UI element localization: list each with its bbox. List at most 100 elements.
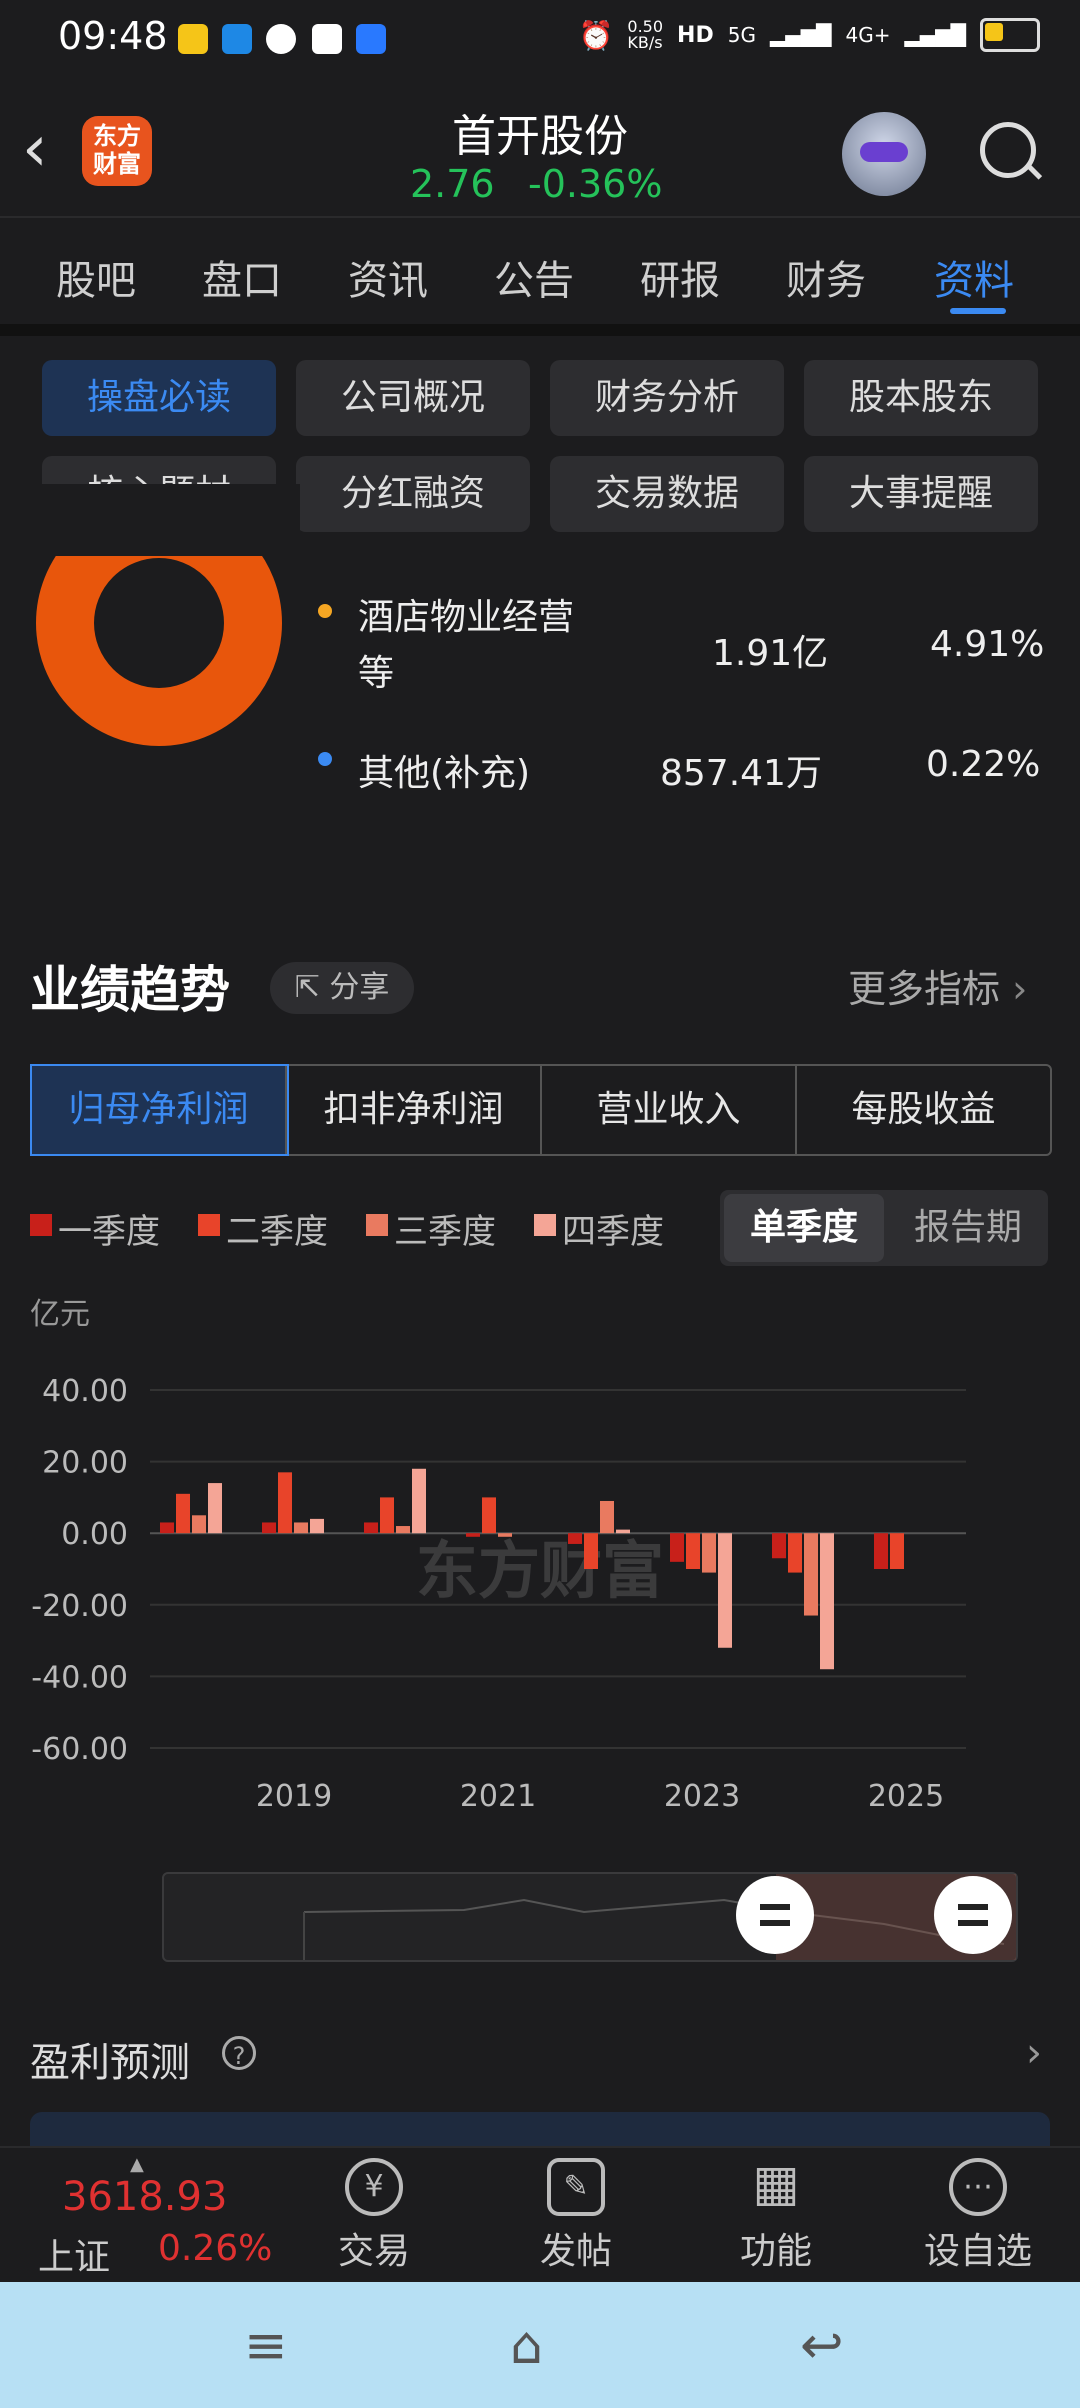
legend-q2: 二季度 (226, 1212, 328, 1252)
clock: 09:48 (58, 14, 168, 58)
tab-research[interactable]: 研报 (640, 248, 720, 306)
single-quarter-button[interactable]: 单季度 (724, 1194, 884, 1262)
share-label: 分享 (329, 970, 390, 1005)
chevron-right-icon: › (1000, 967, 1028, 1011)
legend-q3: 三季度 (394, 1212, 496, 1252)
tab-profile[interactable]: 资料 (934, 248, 1014, 306)
index-change[interactable]: 0.26% (158, 2228, 272, 2269)
bottom-bar: ▲ 3618.93 上证 0.26% ¥ 交易 ✎ 发帖 ▦ 功能 ⋯ 设自选 (0, 2146, 1080, 2284)
bar-2018-二季度[interactable] (176, 1493, 190, 1534)
metric-tab-revenue[interactable]: 营业收入 (542, 1066, 797, 1154)
bar-2023-三季度[interactable] (702, 1533, 716, 1573)
bar-2022-二季度[interactable] (584, 1533, 598, 1569)
bar-2022-四季度[interactable] (616, 1529, 630, 1534)
add-watchlist-button[interactable]: ⋯ 设自选 (908, 2158, 1048, 2274)
bar-2024-一季度[interactable] (772, 1533, 786, 1559)
bar-2021-一季度[interactable] (466, 1533, 480, 1537)
subtab-shareholders[interactable]: 股本股东 (804, 360, 1038, 436)
bar-2018-四季度[interactable] (208, 1483, 222, 1534)
range-handle-right[interactable] (934, 1876, 1012, 1954)
tab-guba[interactable]: 股吧 (56, 248, 136, 306)
bar-2019-一季度[interactable] (262, 1522, 276, 1534)
scroll-clip (0, 484, 300, 556)
share-button[interactable]: ⇱ 分享 (270, 962, 414, 1014)
subtab-events[interactable]: 大事提醒 (804, 456, 1038, 532)
more-metrics-link[interactable]: 更多指标 › (848, 958, 1027, 1013)
bar-2024-三季度[interactable] (804, 1533, 818, 1616)
composition-item-pct: 0.22% (926, 744, 1041, 785)
metric-tab-net-profit[interactable]: 归母净利润 (30, 1064, 289, 1156)
watchlist-icon: ⋯ (949, 2158, 1007, 2216)
app-logo[interactable]: 东方 财富 (82, 116, 152, 186)
bar-2023-二季度[interactable] (686, 1533, 700, 1569)
bar-2023-四季度[interactable] (718, 1533, 732, 1648)
bar-2019-四季度[interactable] (310, 1518, 324, 1534)
bar-2025-一季度[interactable] (874, 1533, 888, 1569)
functions-label: 功能 (739, 2231, 812, 2272)
subtab-financial-analysis[interactable]: 财务分析 (550, 360, 784, 436)
trade-icon: ¥ (345, 2158, 403, 2216)
subtab-trading-guide[interactable]: 操盘必读 (42, 360, 276, 436)
bar-2020-二季度[interactable] (380, 1497, 394, 1534)
menu-icon[interactable]: ≡ (244, 2320, 288, 2372)
bar-2018-三季度[interactable] (192, 1515, 206, 1534)
composition-item-name: 其他(补充) (358, 753, 531, 794)
message-icon (312, 24, 342, 54)
bar-2021-三季度[interactable] (498, 1533, 512, 1537)
range-handle-left[interactable] (736, 1876, 814, 1954)
composition-item-name: 酒店物业经营等 (358, 597, 575, 694)
bar-2018-一季度[interactable] (160, 1522, 174, 1534)
tab-finance[interactable]: 财务 (786, 248, 866, 306)
bar-2020-三季度[interactable] (396, 1526, 410, 1534)
post-button[interactable]: ✎ 发帖 (506, 2158, 646, 2274)
performance-bar-chart: 40.00 20.00 0.00 -20.00 -40.00 -60.00 2019 2021… (30, 1297, 966, 1814)
bar-2020-一季度[interactable] (364, 1522, 378, 1534)
subtab-company-overview[interactable]: 公司概况 (296, 360, 530, 436)
x-tick-label: 2023 (664, 1779, 740, 1814)
caret-up-icon: ▲ (130, 2154, 144, 2175)
bar-2024-二季度[interactable] (788, 1533, 802, 1573)
bar-2023-一季度[interactable] (670, 1533, 684, 1562)
functions-button[interactable]: ▦ 功能 (706, 2158, 846, 2274)
tab-pankou[interactable]: 盘口 (202, 248, 282, 306)
subtab-trading-data[interactable]: 交易数据 (550, 456, 784, 532)
logo-text: 东方 财富 (93, 122, 141, 178)
forecast-title[interactable]: 盈利预测 (30, 2030, 190, 2088)
tab-news[interactable]: 资讯 (348, 248, 428, 306)
bar-2021-二季度[interactable] (482, 1497, 496, 1534)
metric-tab-deducted-profit[interactable]: 扣非净利润 (287, 1066, 542, 1154)
bar-2019-二季度[interactable] (278, 1472, 292, 1534)
hd-icon: HD (677, 22, 714, 48)
browser-icon (266, 24, 296, 54)
trade-button[interactable]: ¥ 交易 (304, 2158, 444, 2274)
chevron-right-icon[interactable]: › (1026, 2030, 1042, 2076)
metric-tab-eps[interactable]: 每股收益 (797, 1066, 1050, 1154)
help-icon[interactable]: ? (222, 2036, 256, 2070)
back-arrow-icon[interactable]: ‹ (22, 114, 62, 184)
section-title: 业绩趋势 (30, 961, 230, 1019)
signal-bars-icon: ▂▄▆█ (904, 23, 966, 47)
bar-2024-四季度[interactable] (820, 1533, 834, 1670)
report-period-button[interactable]: 报告期 (890, 1194, 1046, 1262)
bar-2025-二季度[interactable] (890, 1533, 904, 1569)
index-name[interactable]: 上证 (38, 2228, 110, 2280)
bar-2019-三季度[interactable] (294, 1522, 308, 1534)
subtab-dividends[interactable]: 分红融资 (296, 456, 530, 532)
search-icon[interactable] (980, 122, 1036, 178)
home-icon[interactable]: ⌂ (510, 2320, 543, 2372)
y-unit-label: 亿元 (30, 1297, 90, 1332)
composition-item-pct: 4.91% (930, 624, 1045, 665)
main-tabs: 股吧 盘口 资讯 公告 研报 财务 资料 (0, 216, 1080, 328)
x-tick-label: 2021 (460, 1779, 536, 1814)
y-tick-label: 40.00 (42, 1374, 128, 1409)
bar-2022-一季度[interactable] (568, 1533, 582, 1544)
y-tick-label: -20.00 (31, 1589, 128, 1624)
bar-2022-三季度[interactable] (600, 1500, 614, 1534)
tab-announcements[interactable]: 公告 (494, 248, 574, 306)
x-tick-label: 2019 (256, 1779, 332, 1814)
range-slider-track[interactable] (162, 1872, 1018, 1962)
index-value[interactable]: 3618.93 (62, 2174, 227, 2220)
back-icon[interactable]: ↩ (800, 2320, 844, 2372)
bar-2020-四季度[interactable] (412, 1468, 426, 1534)
assistant-robot-icon[interactable] (842, 112, 926, 196)
